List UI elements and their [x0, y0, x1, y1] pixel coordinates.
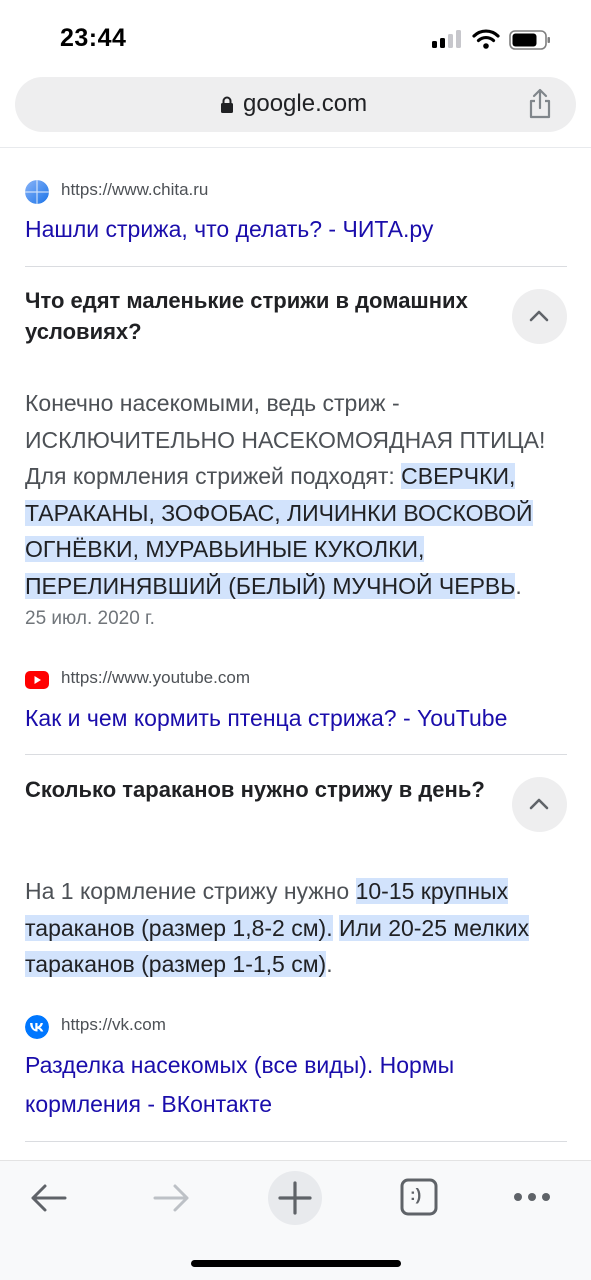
- plus-icon: [278, 1181, 312, 1215]
- result-title-link[interactable]: Разделка насекомых (все виды). Нормы кор…: [25, 1046, 570, 1124]
- vk-icon: [25, 1015, 49, 1039]
- result-source-url: https://vk.com: [61, 1015, 166, 1034]
- result-title-link[interactable]: Нашли стрижа, что делать? - ЧИТА.ру: [25, 210, 570, 249]
- related-question[interactable]: Что едят маленькие стрижи в домашних усл…: [25, 285, 505, 347]
- answer-tail: .: [515, 572, 522, 599]
- related-question[interactable]: Сколько тараканов нужно стрижу в день?: [25, 774, 505, 805]
- chevron-up-icon: [529, 310, 549, 322]
- cellular-signal-icon: [432, 30, 462, 48]
- home-indicator: [191, 1260, 401, 1267]
- back-arrow-icon[interactable]: [21, 1171, 75, 1225]
- address-bar[interactable]: google.com: [15, 77, 576, 132]
- collapse-button[interactable]: [512, 777, 567, 832]
- answer-snippet: На 1 кормление стрижу нужно 10-15 крупны…: [25, 873, 570, 983]
- result-source-url: https://www.youtube.com: [61, 668, 250, 687]
- answer-date: 25 июл. 2020 г.: [25, 608, 155, 629]
- collapse-button[interactable]: [512, 289, 567, 344]
- status-time: 23:44: [60, 24, 127, 52]
- result-source-url: https://www.chita.ru: [61, 180, 209, 199]
- top-divider: [0, 147, 591, 148]
- tab-switcher-button[interactable]: :): [392, 1171, 446, 1225]
- result-title-link[interactable]: Как и чем кормить птенца стрижа? - YouTu…: [25, 699, 570, 738]
- divider: [25, 266, 567, 267]
- answer-tail: .: [326, 951, 333, 977]
- wifi-icon: [472, 29, 500, 49]
- share-icon[interactable]: [527, 88, 553, 120]
- youtube-icon: [25, 671, 49, 689]
- battery-icon: [509, 30, 550, 50]
- forward-arrow-icon[interactable]: [145, 1171, 199, 1225]
- answer-snippet: Конечно насекомыми, ведь стриж - ИСКЛЮЧИ…: [25, 385, 570, 604]
- answer-text: На 1 кормление стрижу нужно: [25, 878, 356, 904]
- chevron-up-icon: [529, 798, 549, 810]
- tab-switcher-label: :): [410, 1185, 422, 1204]
- address-bar-domain: google.com: [243, 90, 368, 117]
- divider: [25, 754, 567, 755]
- more-dots-icon[interactable]: [505, 1171, 559, 1225]
- globe-icon: [25, 180, 49, 204]
- lock-icon: [221, 96, 233, 113]
- new-tab-button[interactable]: [268, 1171, 322, 1225]
- status-bar: 23:44: [0, 0, 591, 74]
- divider: [25, 1141, 567, 1142]
